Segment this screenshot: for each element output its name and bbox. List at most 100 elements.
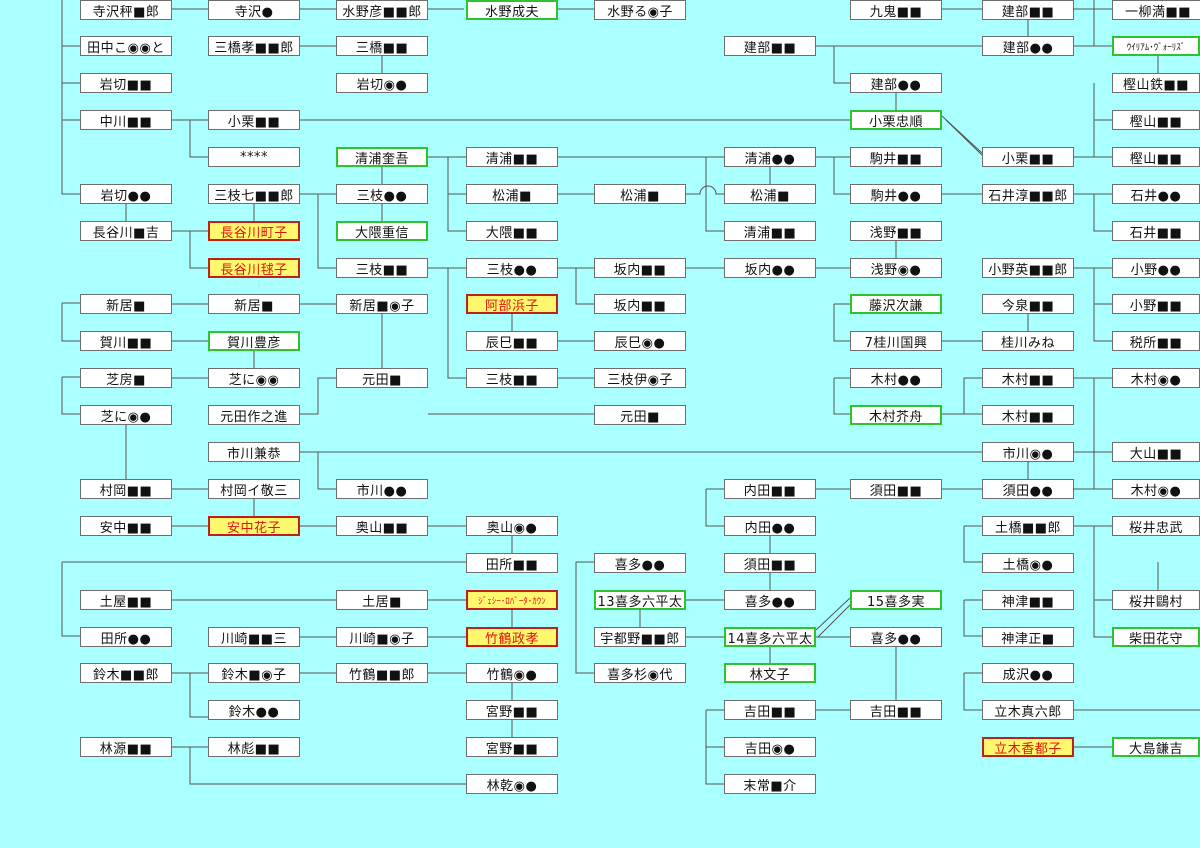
notable-person-box[interactable]: 13喜多六平太 [594, 590, 686, 610]
person-box[interactable]: 林源■■ [80, 737, 172, 757]
person-box[interactable]: 芝に◉● [80, 405, 172, 425]
notable-person-box[interactable]: 賀川豊彦 [208, 331, 300, 351]
person-box[interactable]: 木村●● [850, 368, 942, 388]
person-box[interactable]: 鈴木■■郎 [80, 663, 172, 683]
person-box[interactable]: 奥山◉● [466, 516, 558, 536]
person-box[interactable]: 神津正■ [982, 627, 1074, 647]
person-box[interactable]: 小栗■■ [208, 110, 300, 130]
person-box[interactable]: 木村◉● [1112, 368, 1200, 388]
person-box[interactable]: 木村■■ [982, 368, 1074, 388]
person-box[interactable]: 石井■■ [1112, 221, 1200, 241]
person-box[interactable]: 成沢●● [982, 663, 1074, 683]
person-box[interactable]: 浅野■■ [850, 221, 942, 241]
person-box[interactable]: 宮野■■ [466, 737, 558, 757]
person-box[interactable]: 元田■ [594, 405, 686, 425]
person-box[interactable]: 三橋■■ [336, 36, 428, 56]
person-box[interactable]: 芝房■ [80, 368, 172, 388]
highlighted-person-box[interactable]: 長谷川町子 [208, 221, 300, 241]
person-box[interactable]: 喜多●● [724, 590, 816, 610]
person-box[interactable]: 浅野◉● [850, 258, 942, 278]
person-box[interactable]: 宮野■■ [466, 700, 558, 720]
highlighted-person-box[interactable]: 阿部浜子 [466, 294, 558, 314]
person-box[interactable]: 小野英■■郎 [982, 258, 1074, 278]
notable-person-box[interactable]: 大島鎌吉 [1112, 737, 1200, 757]
person-box[interactable]: 清浦■■ [724, 221, 816, 241]
notable-person-box[interactable]: 清浦奎吾 [336, 147, 428, 167]
person-box[interactable]: 吉田◉● [724, 737, 816, 757]
person-box[interactable]: 三枝●● [466, 258, 558, 278]
person-box[interactable]: 三枝■■ [466, 368, 558, 388]
notable-person-box[interactable]: 小栗忠順 [850, 110, 942, 130]
person-box[interactable]: 新居■ [208, 294, 300, 314]
person-box[interactable]: 松浦■ [466, 184, 558, 204]
person-box[interactable]: 喜多杉◉代 [594, 663, 686, 683]
notable-person-box[interactable]: 大隈重信 [336, 221, 428, 241]
person-box[interactable]: 石井●● [1112, 184, 1200, 204]
person-box[interactable]: 市川●● [336, 479, 428, 499]
notable-person-box[interactable]: 柴田花守 [1112, 627, 1200, 647]
person-box[interactable]: 木村■■ [982, 405, 1074, 425]
person-box[interactable]: 樫山鉄■■ [1112, 73, 1200, 93]
person-box[interactable]: 吉田■■ [850, 700, 942, 720]
person-box[interactable]: 長谷川■吉 [80, 221, 172, 241]
person-box[interactable]: 坂内■■ [594, 258, 686, 278]
person-box[interactable]: 須田●● [982, 479, 1074, 499]
person-box[interactable]: 鈴木●● [208, 700, 300, 720]
person-box[interactable]: 今泉■■ [982, 294, 1074, 314]
person-box[interactable]: 駒井●● [850, 184, 942, 204]
notable-person-box[interactable]: 14喜多六平太 [724, 627, 816, 647]
person-box[interactable]: 中川■■ [80, 110, 172, 130]
highlighted-person-box[interactable]: 長谷川毬子 [208, 258, 300, 278]
person-box[interactable]: 田所■■ [466, 553, 558, 573]
person-box[interactable]: 市川◉● [982, 442, 1074, 462]
person-box[interactable]: 土屋■■ [80, 590, 172, 610]
person-box[interactable]: 田中こ◉◉と [80, 36, 172, 56]
person-box[interactable]: 安中■■ [80, 516, 172, 536]
person-box[interactable]: 内田■■ [724, 479, 816, 499]
person-box[interactable]: 小野■■ [1112, 294, 1200, 314]
person-box[interactable]: **** [208, 147, 300, 167]
person-box[interactable]: 村岡■■ [80, 479, 172, 499]
person-box[interactable]: 税所■■ [1112, 331, 1200, 351]
person-box[interactable]: 元田作之進 [208, 405, 300, 425]
person-box[interactable]: 三橋孝■■郎 [208, 36, 300, 56]
person-box[interactable]: 建部■■ [982, 0, 1074, 20]
person-box[interactable]: 市川兼恭 [208, 442, 300, 462]
person-box[interactable]: 寺沢● [208, 0, 300, 20]
person-box[interactable]: 土橋◉● [982, 553, 1074, 573]
person-box[interactable]: 吉田■■ [724, 700, 816, 720]
person-box[interactable]: 内田●● [724, 516, 816, 536]
person-box[interactable]: 川崎■■三 [208, 627, 300, 647]
person-box[interactable]: 林彪■■ [208, 737, 300, 757]
person-box[interactable]: 芝に◉◉ [208, 368, 300, 388]
person-box[interactable]: 須田■■ [850, 479, 942, 499]
highlighted-person-box[interactable]: 安中花子 [208, 516, 300, 536]
person-box[interactable]: 小栗■■ [982, 147, 1074, 167]
person-box[interactable]: 桂川みね [982, 331, 1074, 351]
person-box[interactable]: 三枝●● [336, 184, 428, 204]
person-box[interactable]: 須田■■ [724, 553, 816, 573]
person-box[interactable]: 松浦■ [594, 184, 686, 204]
person-box[interactable]: 三枝■■ [336, 258, 428, 278]
person-box[interactable]: 7桂川国興 [850, 331, 942, 351]
person-box[interactable]: 宇都野■■郎 [594, 627, 686, 647]
person-box[interactable]: 清浦■■ [466, 147, 558, 167]
person-box[interactable]: 建部●● [850, 73, 942, 93]
person-box[interactable]: 末常■介 [724, 774, 816, 794]
person-box[interactable]: 水野る◉子 [594, 0, 686, 20]
person-box[interactable]: 竹鶴■■郎 [336, 663, 428, 683]
person-box[interactable]: 樫山■■ [1112, 147, 1200, 167]
person-box[interactable]: 坂内■■ [594, 294, 686, 314]
person-box[interactable]: 鈴木■◉子 [208, 663, 300, 683]
person-box[interactable]: 川崎■◉子 [336, 627, 428, 647]
person-box[interactable]: 岩切■■ [80, 73, 172, 93]
person-box[interactable]: 喜多●● [850, 627, 942, 647]
person-box[interactable]: 新居■◉子 [336, 294, 428, 314]
person-box[interactable]: 松浦■ [724, 184, 816, 204]
notable-person-box[interactable]: 15喜多実 [850, 590, 942, 610]
person-box[interactable]: 新居■ [80, 294, 172, 314]
person-box[interactable]: 神津■■ [982, 590, 1074, 610]
person-box[interactable]: 賀川■■ [80, 331, 172, 351]
person-box[interactable]: 清浦●● [724, 147, 816, 167]
person-box[interactable]: 建部●● [982, 36, 1074, 56]
